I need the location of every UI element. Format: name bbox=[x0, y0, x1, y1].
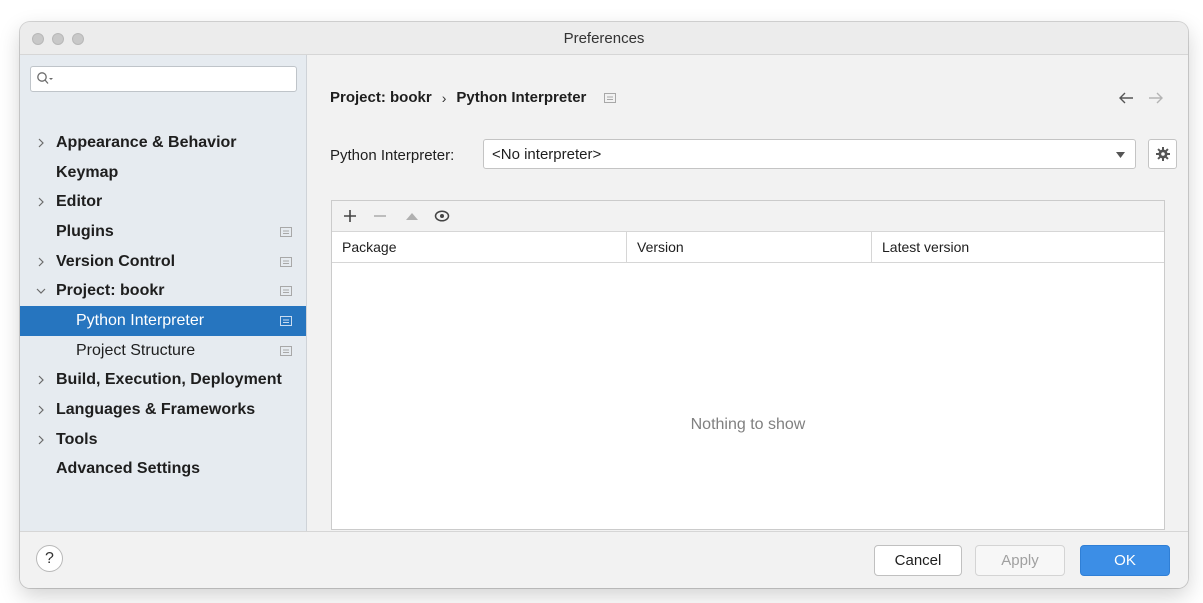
tree-item-label: Appearance & Behavior bbox=[56, 133, 237, 151]
packages-toolbar bbox=[332, 201, 1164, 232]
chevron-right-icon[interactable] bbox=[35, 256, 47, 268]
tree-item-label: Version Control bbox=[56, 252, 176, 270]
history-navigation bbox=[1118, 91, 1164, 105]
help-button[interactable]: ? bbox=[36, 545, 63, 572]
chevron-right-icon[interactable] bbox=[35, 434, 47, 446]
tree-item-label: Editor bbox=[56, 193, 103, 211]
tree-item-label: Project Structure bbox=[76, 341, 196, 359]
project-level-icon bbox=[604, 92, 617, 103]
tree-item-label: Keymap bbox=[56, 163, 119, 181]
project-level-icon bbox=[280, 256, 292, 267]
upgrade-package-icon[interactable] bbox=[404, 208, 420, 224]
tree-item-python-interpreter[interactable]: Python Interpreter bbox=[20, 306, 306, 336]
tree-item-appearance-behavior[interactable]: Appearance & Behavior bbox=[20, 128, 306, 158]
tree-item-label: Advanced Settings bbox=[56, 460, 201, 478]
ok-button[interactable]: OK bbox=[1080, 545, 1170, 576]
chevron-right-icon[interactable] bbox=[35, 374, 47, 386]
tree-item-label: Languages & Frameworks bbox=[56, 401, 256, 419]
tree-item-label: Tools bbox=[56, 430, 98, 448]
tree-item-project-structure[interactable]: Project Structure bbox=[20, 336, 306, 366]
settings-sidebar: Appearance & Behavior Keymap Editor Plug… bbox=[20, 55, 307, 531]
tree-item-keymap[interactable]: Keymap bbox=[20, 158, 306, 188]
project-level-icon bbox=[280, 286, 292, 297]
tree-item-advanced-settings[interactable]: Advanced Settings bbox=[20, 455, 306, 485]
column-header-latest-version[interactable]: Latest version bbox=[872, 232, 1166, 262]
project-level-icon bbox=[280, 226, 292, 237]
search-icon bbox=[37, 72, 53, 84]
empty-state-text: Nothing to show bbox=[690, 416, 806, 433]
title-bar: Preferences bbox=[20, 22, 1188, 55]
tree-item-label: Project: bookr bbox=[56, 282, 165, 300]
back-arrow-icon[interactable] bbox=[1118, 91, 1134, 105]
settings-search[interactable] bbox=[30, 66, 297, 92]
breadcrumb-separator: › bbox=[441, 89, 447, 106]
settings-content: Project: bookr › Python Interpreter Pyth… bbox=[307, 55, 1188, 531]
column-header-version[interactable]: Version bbox=[627, 232, 872, 262]
column-header-package[interactable]: Package bbox=[332, 232, 627, 262]
tree-item-editor[interactable]: Editor bbox=[20, 187, 306, 217]
chevron-right-icon[interactable] bbox=[35, 404, 47, 416]
remove-package-icon[interactable] bbox=[372, 208, 388, 224]
apply-button[interactable]: Apply bbox=[975, 545, 1065, 576]
cancel-button[interactable]: Cancel bbox=[874, 545, 962, 576]
packages-panel: Package Version Latest version Nothing t… bbox=[331, 200, 1165, 530]
interpreter-settings-button[interactable] bbox=[1148, 139, 1177, 169]
tree-item-label: Build, Execution, Deployment bbox=[56, 371, 282, 389]
preferences-window: Preferences Appearance & Behavior Keymap… bbox=[20, 22, 1188, 588]
chevron-down-icon[interactable] bbox=[35, 285, 47, 297]
gear-icon bbox=[1155, 147, 1170, 161]
tree-item-label: Python Interpreter bbox=[76, 311, 205, 329]
window-controls bbox=[32, 33, 84, 45]
chevron-right-icon[interactable] bbox=[35, 196, 47, 208]
show-early-releases-icon[interactable] bbox=[434, 208, 450, 224]
settings-search-input[interactable] bbox=[57, 69, 292, 89]
interpreter-dropdown[interactable]: <No interpreter> bbox=[483, 139, 1136, 169]
breadcrumb: Project: bookr › Python Interpreter bbox=[330, 89, 617, 106]
tree-item-label: Plugins bbox=[56, 222, 114, 240]
breadcrumb-parent[interactable]: Project: bookr bbox=[330, 89, 432, 106]
tree-item-plugins[interactable]: Plugins bbox=[20, 217, 306, 247]
tree-item-project-bookr[interactable]: Project: bookr bbox=[20, 276, 306, 306]
add-package-icon[interactable] bbox=[342, 208, 358, 224]
forward-arrow-icon[interactable] bbox=[1148, 91, 1164, 105]
interpreter-value: <No interpreter> bbox=[492, 146, 602, 163]
tree-item-version-control[interactable]: Version Control bbox=[20, 247, 306, 277]
chevron-right-icon[interactable] bbox=[35, 137, 47, 149]
interpreter-label: Python Interpreter: bbox=[330, 147, 455, 164]
packages-table-header: Package Version Latest version bbox=[332, 232, 1164, 263]
zoom-window-button[interactable] bbox=[72, 33, 84, 45]
breadcrumb-current: Python Interpreter bbox=[456, 89, 587, 106]
settings-tree: Appearance & Behavior Keymap Editor Plug… bbox=[20, 128, 306, 484]
window-title: Preferences bbox=[563, 29, 645, 47]
tree-item-tools[interactable]: Tools bbox=[20, 425, 306, 455]
tree-item-build-execution-deployment[interactable]: Build, Execution, Deployment bbox=[20, 366, 306, 396]
project-level-icon bbox=[280, 315, 292, 326]
dropdown-caret-icon bbox=[1116, 152, 1125, 158]
project-level-icon bbox=[280, 345, 292, 356]
tree-item-languages-frameworks[interactable]: Languages & Frameworks bbox=[20, 395, 306, 425]
minimize-window-button[interactable] bbox=[52, 33, 64, 45]
dialog-footer: ? Cancel Apply OK bbox=[20, 531, 1188, 588]
close-window-button[interactable] bbox=[32, 33, 44, 45]
